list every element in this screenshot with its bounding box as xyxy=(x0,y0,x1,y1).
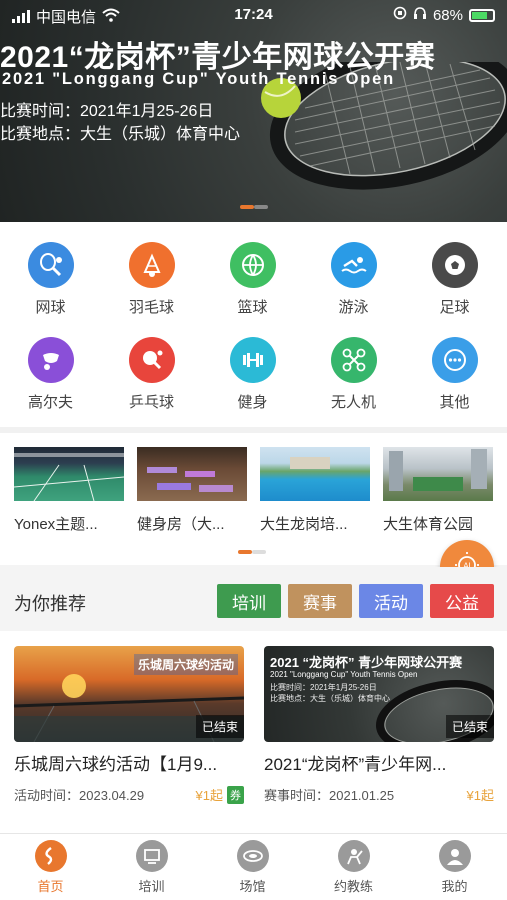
banner-date: 比赛时间：2021年1月25-26日 xyxy=(0,103,214,120)
battery-icon xyxy=(469,8,495,22)
category-label: 羽毛球 xyxy=(128,299,174,316)
category-label: 健身 xyxy=(237,394,268,411)
badminton-icon xyxy=(128,242,175,288)
bottom-nav: 首页 培训 场馆 约教练 我的 xyxy=(0,833,507,900)
category-label: 其他 xyxy=(439,394,470,411)
category-more[interactable]: 其他 xyxy=(404,337,505,412)
nav-label: 约教练 xyxy=(333,879,373,894)
nav-training[interactable]: 培训 xyxy=(101,840,202,895)
home-icon xyxy=(34,840,67,872)
soccer-icon xyxy=(431,242,478,288)
category-soccer[interactable]: 足球 xyxy=(404,242,505,317)
battery-percent: 68% xyxy=(432,6,463,24)
tennis-icon xyxy=(27,242,74,288)
category-label: 网球 xyxy=(35,299,66,316)
golf-icon xyxy=(27,337,74,383)
venue-card[interactable]: 健身房（大... xyxy=(137,447,247,534)
venue-pagination xyxy=(238,550,266,554)
recommend-card[interactable]: 乐城周六球约活动 已结束 乐城周六球约活动【1月9... 活动时间：2023.0… xyxy=(14,646,244,804)
venue-card[interactable]: Yonex主题... xyxy=(14,447,124,534)
training-icon xyxy=(135,840,168,872)
tab-training[interactable]: 培训 xyxy=(217,584,281,618)
card-image-date: 比赛时间：2021年1月25-26日 xyxy=(270,683,377,692)
recommend-card[interactable]: 2021 “龙岗杯” 青少年网球公开赛 2021 "Longgang Cup" … xyxy=(264,646,494,804)
category-basketball[interactable]: 篮球 xyxy=(202,242,303,317)
nav-label: 场馆 xyxy=(239,879,266,894)
venue-name: 健身房（大... xyxy=(137,516,225,533)
venue-image xyxy=(137,447,247,501)
card-time: 赛事时间：2021.01.25 xyxy=(264,788,395,803)
nav-coach[interactable]: 约教练 xyxy=(303,840,404,895)
coupon-badge: 券 xyxy=(227,785,244,804)
nav-home[interactable]: 首页 xyxy=(0,840,101,895)
pingpong-icon xyxy=(128,337,175,383)
status-badge: 已结束 xyxy=(445,715,494,738)
category-badminton[interactable]: 羽毛球 xyxy=(101,242,202,317)
status-badge: 已结束 xyxy=(195,715,244,738)
category-golf[interactable]: 高尔夫 xyxy=(0,337,101,412)
category-grid: 网球 羽毛球 篮球 游泳 足球 高尔夫 乒乓球 健身 无人机 其他 xyxy=(0,222,507,427)
category-label: 乒乓球 xyxy=(128,394,174,411)
nav-profile[interactable]: 我的 xyxy=(404,840,505,895)
nav-label: 我的 xyxy=(441,879,468,894)
venue-name: Yonex主题... xyxy=(14,516,98,533)
category-drone[interactable]: 无人机 xyxy=(303,337,404,412)
app-root: 中国电信 17:24 68% 2021“龙岗杯”青少年网球公开赛 2021 "L… xyxy=(0,0,507,900)
status-bar: 中国电信 17:24 68% xyxy=(0,0,507,30)
card-price: ¥1起 xyxy=(195,788,223,803)
card-time: 活动时间：2023.04.29 xyxy=(14,788,145,803)
nav-label: 首页 xyxy=(37,879,64,894)
venue-name: 大生体育公园 xyxy=(383,516,474,533)
card-price: ¥1起 xyxy=(466,788,494,803)
tab-activities[interactable]: 活动 xyxy=(359,584,423,618)
banner-pagination xyxy=(240,205,268,209)
category-fitness[interactable]: 健身 xyxy=(202,337,303,412)
category-swimming[interactable]: 游泳 xyxy=(303,242,404,317)
category-label: 高尔夫 xyxy=(27,394,73,411)
nav-label: 培训 xyxy=(138,879,165,894)
banner-subtitle: 2021 "Longgang Cup" Youth Tennis Open xyxy=(2,70,396,88)
card-image-caption: 乐城周六球约活动 xyxy=(133,654,238,675)
recommend-header: 为你推荐 培训 赛事 活动 公益 xyxy=(0,567,507,631)
event-banner[interactable]: 中国电信 17:24 68% 2021“龙岗杯”青少年网球公开赛 2021 "L… xyxy=(0,0,507,222)
swimming-icon xyxy=(330,242,377,288)
coach-icon xyxy=(337,840,370,872)
headphone-icon xyxy=(413,6,427,24)
more-icon xyxy=(431,337,478,383)
category-label: 无人机 xyxy=(330,394,376,411)
venue-image xyxy=(383,447,493,501)
nav-stadium[interactable]: 场馆 xyxy=(202,840,303,895)
card-image-caption-en: 2021 "Longgang Cup" Youth Tennis Open xyxy=(270,670,418,679)
venue-image xyxy=(260,447,370,501)
stadium-icon xyxy=(236,840,269,872)
drone-icon xyxy=(330,337,377,383)
profile-icon xyxy=(438,840,471,872)
tab-charity[interactable]: 公益 xyxy=(430,584,494,618)
venue-image xyxy=(14,447,124,501)
card-title: 2021“龙岗杯”青少年网... xyxy=(264,755,447,774)
banner-venue: 比赛地点：大生（乐城）体育中心 xyxy=(0,126,241,143)
recommend-title: 为你推荐 xyxy=(14,594,86,614)
category-label: 游泳 xyxy=(338,299,369,316)
card-image-venue: 比赛地点：大生（乐城）体育中心 xyxy=(270,694,390,703)
basketball-icon xyxy=(229,242,276,288)
card-image: 2021 “龙岗杯” 青少年网球公开赛 2021 "Longgang Cup" … xyxy=(264,646,494,742)
category-tennis[interactable]: 网球 xyxy=(0,242,101,317)
recommend-list: 乐城周六球约活动 已结束 乐城周六球约活动【1月9... 活动时间：2023.0… xyxy=(0,631,507,833)
orientation-lock-icon xyxy=(393,6,407,24)
category-label: 篮球 xyxy=(237,299,268,316)
tab-events[interactable]: 赛事 xyxy=(288,584,352,618)
fitness-icon xyxy=(229,337,276,383)
category-label: 足球 xyxy=(439,299,470,316)
venue-card[interactable]: 大生龙岗培... xyxy=(260,447,370,534)
category-pingpong[interactable]: 乒乓球 xyxy=(101,337,202,412)
venue-carousel: Yonex主题... 健身房（大... 大生龙岗培... 大生体育公园 xyxy=(0,427,507,565)
venue-card[interactable]: 大生体育公园 xyxy=(383,447,493,534)
card-image-caption: 2021 “龙岗杯” 青少年网球公开赛 xyxy=(270,655,463,670)
venue-name: 大生龙岗培... xyxy=(260,516,348,533)
card-image: 乐城周六球约活动 已结束 xyxy=(14,646,244,742)
card-title: 乐城周六球约活动【1月9... xyxy=(14,755,218,774)
